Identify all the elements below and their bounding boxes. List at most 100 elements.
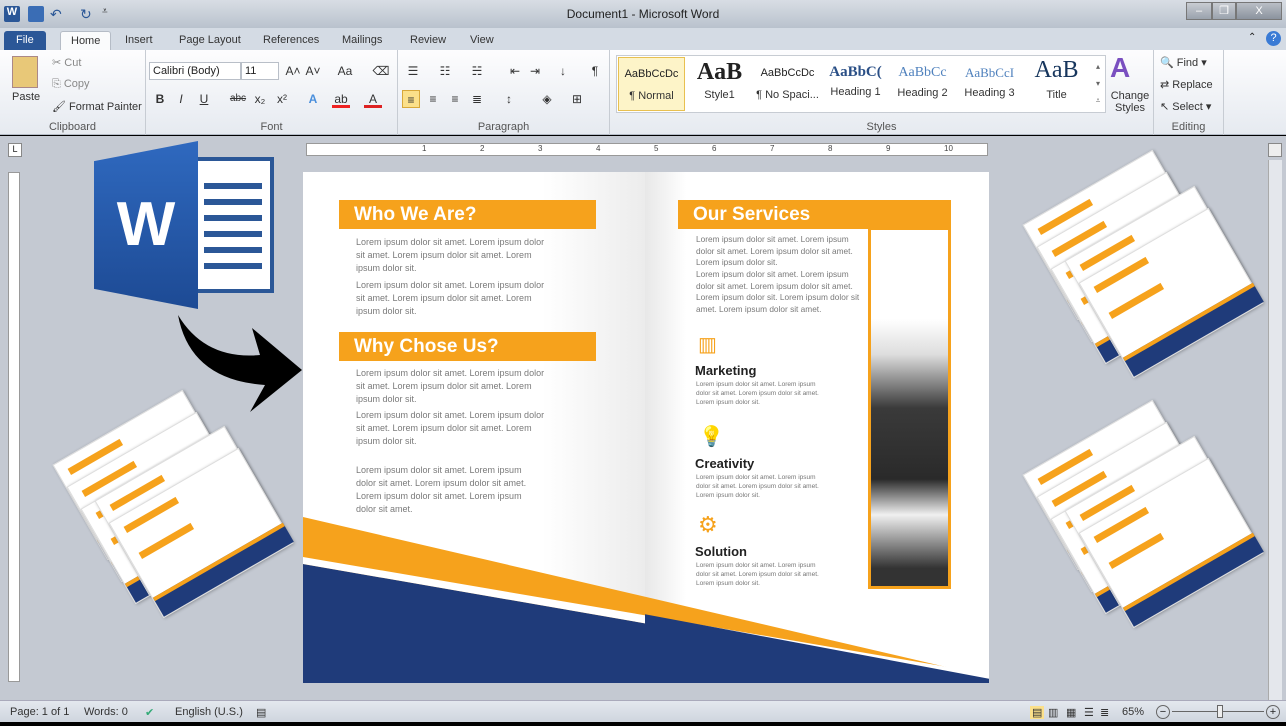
shrink-font-button[interactable]: A˅ <box>304 62 322 80</box>
tab-home[interactable]: Home <box>60 31 112 50</box>
style-name: ¶ Normal <box>629 90 674 102</box>
underline-button[interactable]: U <box>195 90 213 108</box>
style-name: Heading 2 <box>897 87 948 99</box>
proofing-icon[interactable]: ✔ <box>145 706 154 719</box>
clipboard-group: Paste ✂ Cut ⎘ Copy 🖌 Format Painter Clip… <box>0 50 146 135</box>
ruler-number: 5 <box>654 144 659 153</box>
grow-font-button[interactable]: A˄ <box>284 62 302 80</box>
change-styles-button[interactable]: Change Styles <box>1109 90 1151 114</box>
status-bar: Page: 1 of 1 Words: 0 ✔ English (U.S.) ▤… <box>0 700 1286 722</box>
word-count[interactable]: Words: 0 <box>84 706 128 718</box>
increase-indent-icon[interactable]: ⇥ <box>526 62 544 80</box>
style-no-spacing[interactable]: AaBbCcDc ¶ No Spaci... <box>754 57 821 111</box>
tab-page-layout[interactable]: Page Layout <box>169 31 251 50</box>
ruler-number: 9 <box>886 144 891 153</box>
tab-insert[interactable]: Insert <box>115 31 163 50</box>
close-button[interactable]: X <box>1236 2 1282 20</box>
bold-button[interactable]: B <box>151 90 169 108</box>
who-we-are-heading: Who We Are? <box>339 200 596 229</box>
font-size-select[interactable]: 11 <box>241 62 279 80</box>
find-button[interactable]: 🔍 Find ▾ <box>1160 56 1207 69</box>
help-icon[interactable]: ? <box>1266 31 1281 46</box>
select-button[interactable]: ↖ Select ▾ <box>1160 100 1211 113</box>
line-spacing-icon[interactable]: ↕ <box>500 90 518 108</box>
multilevel-list-icon[interactable]: ☵ <box>468 62 486 80</box>
tab-view[interactable]: View <box>460 31 504 50</box>
draft-icon[interactable]: ≣ <box>1100 706 1109 719</box>
ribbon: Paste ✂ Cut ⎘ Copy 🖌 Format Painter Clip… <box>0 50 1286 135</box>
highlight-color-icon[interactable]: ab <box>332 90 350 108</box>
sort-icon[interactable]: ↓ <box>554 62 572 80</box>
ribbon-tabs: File Home Insert Page Layout References … <box>0 28 1286 50</box>
our-services-text-2: Lorem ipsum dolor sit amet. Lorem ipsum … <box>696 269 860 314</box>
font-name-select[interactable]: Calibri (Body) <box>149 62 241 80</box>
italic-button[interactable]: I <box>172 90 190 108</box>
style-title[interactable]: AaB Title <box>1023 57 1090 111</box>
strikethrough-button[interactable]: abc <box>226 90 250 108</box>
clear-formatting-icon[interactable]: ⌫ <box>372 62 390 80</box>
font-color-icon[interactable]: A <box>364 90 382 108</box>
brochure-page[interactable]: Who We Are? Lorem ipsum dolor sit amet. … <box>303 172 989 683</box>
web-layout-icon[interactable]: ▦ <box>1066 706 1076 719</box>
horizontal-ruler[interactable]: 1 2 3 4 5 6 7 8 9 10 <box>306 143 988 156</box>
paste-button[interactable]: Paste <box>12 91 40 103</box>
shading-icon[interactable]: ◈ <box>538 90 556 108</box>
minimize-button[interactable]: ‒ <box>1186 2 1212 20</box>
tab-review[interactable]: Review <box>400 31 456 50</box>
superscript-button[interactable]: x² <box>273 90 291 108</box>
style-style1[interactable]: AaB Style1 <box>686 57 753 111</box>
show-formatting-button[interactable]: ¶ <box>586 62 604 80</box>
style-preview: AaBbCcI <box>964 65 1015 80</box>
paste-icon <box>12 56 38 88</box>
replace-button[interactable]: ⇄ Replace <box>1160 78 1213 91</box>
lightbulb-icon: 💡 <box>699 426 724 448</box>
print-layout-icon[interactable]: ▤ <box>1030 706 1045 719</box>
zoom-slider-thumb[interactable] <box>1216 705 1223 718</box>
service-solution-title: Solution <box>695 544 747 559</box>
language[interactable]: English (U.S.) <box>175 706 243 718</box>
styles-group: AaBbCcDc ¶ Normal AaB Style1 AaBbCcDc ¶ No … <box>610 50 1154 135</box>
align-left-icon[interactable]: ≡ <box>402 90 420 108</box>
tab-file[interactable]: File <box>4 31 46 50</box>
copy-button[interactable]: ⎘ Copy <box>52 78 90 91</box>
why-chose-us-text-2: Lorem ipsum dolor sit amet. Lorem ipsum … <box>356 410 545 446</box>
vertical-ruler[interactable] <box>8 172 20 682</box>
decrease-indent-icon[interactable]: ⇤ <box>506 62 524 80</box>
our-services-text: Lorem ipsum dolor sit amet. Lorem ipsum … <box>696 234 853 267</box>
zoom-out-button[interactable]: − <box>1156 705 1170 719</box>
macro-icon[interactable]: ▤ <box>256 706 266 719</box>
style-normal[interactable]: AaBbCcDc ¶ Normal <box>618 57 685 111</box>
styles-scrollbar[interactable]: ▴ ▾ ⩡ <box>1092 58 1104 110</box>
outline-icon[interactable]: ☰ <box>1084 706 1094 719</box>
numbering-icon[interactable]: ☷ <box>436 62 454 80</box>
tab-selector[interactable]: L <box>8 143 22 157</box>
style-heading-2[interactable]: AaBbCc Heading 2 <box>889 57 956 111</box>
minimize-ribbon-icon[interactable]: ⌃ <box>1248 32 1256 43</box>
full-screen-reading-icon[interactable]: ▥ <box>1048 706 1058 719</box>
style-name: Style1 <box>704 89 735 101</box>
borders-icon[interactable]: ⊞ <box>568 90 586 108</box>
change-case-button[interactable]: Aa <box>334 62 356 80</box>
vertical-scrollbar[interactable] <box>1268 160 1282 700</box>
align-right-icon[interactable]: ≡ <box>446 90 464 108</box>
cut-button[interactable]: ✂ Cut <box>52 56 81 69</box>
subscript-button[interactable]: x₂ <box>251 90 269 108</box>
replace-label: Replace <box>1172 79 1213 91</box>
bullets-icon[interactable]: ☰ <box>404 62 422 80</box>
tab-mailings[interactable]: Mailings <box>332 31 392 50</box>
style-preview: AaB <box>1034 57 1079 83</box>
tab-references[interactable]: References <box>253 31 329 50</box>
format-painter-button[interactable]: 🖌 Format Painter <box>52 100 142 113</box>
style-heading-1[interactable]: AaBbC(Heading 1 <box>822 57 889 111</box>
style-name: Title <box>1046 89 1067 101</box>
editing-label: Editing <box>1171 121 1206 133</box>
zoom-level[interactable]: 65% <box>1122 706 1144 718</box>
text-effects-icon[interactable]: A <box>304 90 322 108</box>
page-count[interactable]: Page: 1 of 1 <box>10 706 69 718</box>
zoom-in-button[interactable]: + <box>1266 705 1280 719</box>
align-center-icon[interactable]: ≡ <box>424 90 442 108</box>
justify-icon[interactable]: ≣ <box>468 90 486 108</box>
restore-button[interactable]: ❐ <box>1212 2 1236 20</box>
style-heading-3[interactable]: AaBbCcI Heading 3 <box>956 57 1023 111</box>
view-ruler-icon[interactable] <box>1268 143 1282 157</box>
